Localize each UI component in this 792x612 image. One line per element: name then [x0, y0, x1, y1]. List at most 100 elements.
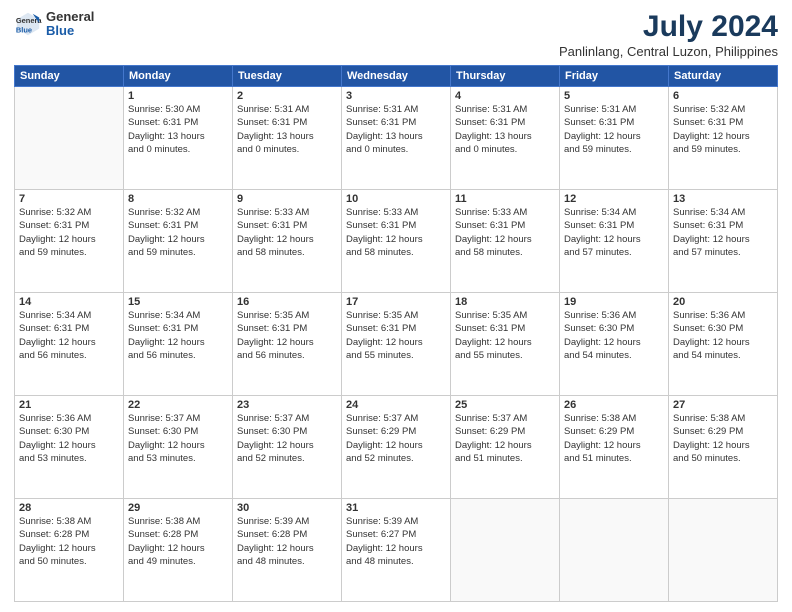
calendar-cell: 2Sunrise: 5:31 AM Sunset: 6:31 PM Daylig…: [233, 87, 342, 190]
calendar-week-row: 7Sunrise: 5:32 AM Sunset: 6:31 PM Daylig…: [15, 190, 778, 293]
day-number: 29: [128, 502, 228, 514]
calendar-cell: 23Sunrise: 5:37 AM Sunset: 6:30 PM Dayli…: [233, 396, 342, 499]
day-info: Sunrise: 5:38 AM Sunset: 6:29 PM Dayligh…: [564, 412, 664, 465]
calendar-cell: 1Sunrise: 5:30 AM Sunset: 6:31 PM Daylig…: [124, 87, 233, 190]
day-number: 11: [455, 193, 555, 205]
calendar-cell: 16Sunrise: 5:35 AM Sunset: 6:31 PM Dayli…: [233, 293, 342, 396]
day-number: 28: [19, 502, 119, 514]
day-info: Sunrise: 5:37 AM Sunset: 6:29 PM Dayligh…: [455, 412, 555, 465]
calendar-cell: 26Sunrise: 5:38 AM Sunset: 6:29 PM Dayli…: [560, 396, 669, 499]
day-info: Sunrise: 5:32 AM Sunset: 6:31 PM Dayligh…: [128, 206, 228, 259]
day-info: Sunrise: 5:34 AM Sunset: 6:31 PM Dayligh…: [128, 309, 228, 362]
day-number: 19: [564, 296, 664, 308]
day-info: Sunrise: 5:32 AM Sunset: 6:31 PM Dayligh…: [673, 103, 773, 156]
day-info: Sunrise: 5:35 AM Sunset: 6:31 PM Dayligh…: [237, 309, 337, 362]
day-number: 2: [237, 90, 337, 102]
day-number: 8: [128, 193, 228, 205]
day-info: Sunrise: 5:37 AM Sunset: 6:29 PM Dayligh…: [346, 412, 446, 465]
day-number: 25: [455, 399, 555, 411]
day-number: 14: [19, 296, 119, 308]
day-info: Sunrise: 5:31 AM Sunset: 6:31 PM Dayligh…: [455, 103, 555, 156]
day-number: 15: [128, 296, 228, 308]
day-info: Sunrise: 5:34 AM Sunset: 6:31 PM Dayligh…: [564, 206, 664, 259]
calendar-cell: 29Sunrise: 5:38 AM Sunset: 6:28 PM Dayli…: [124, 499, 233, 602]
day-info: Sunrise: 5:36 AM Sunset: 6:30 PM Dayligh…: [673, 309, 773, 362]
day-number: 23: [237, 399, 337, 411]
calendar-cell: 20Sunrise: 5:36 AM Sunset: 6:30 PM Dayli…: [669, 293, 778, 396]
day-number: 18: [455, 296, 555, 308]
calendar-week-row: 1Sunrise: 5:30 AM Sunset: 6:31 PM Daylig…: [15, 87, 778, 190]
day-number: 3: [346, 90, 446, 102]
calendar-cell: [451, 499, 560, 602]
calendar-cell: 24Sunrise: 5:37 AM Sunset: 6:29 PM Dayli…: [342, 396, 451, 499]
calendar-cell: 18Sunrise: 5:35 AM Sunset: 6:31 PM Dayli…: [451, 293, 560, 396]
day-number: 10: [346, 193, 446, 205]
main-title: July 2024: [559, 10, 778, 44]
calendar-week-row: 28Sunrise: 5:38 AM Sunset: 6:28 PM Dayli…: [15, 499, 778, 602]
subtitle: Panlinlang, Central Luzon, Philippines: [559, 44, 778, 59]
calendar-cell: 12Sunrise: 5:34 AM Sunset: 6:31 PM Dayli…: [560, 190, 669, 293]
day-number: 6: [673, 90, 773, 102]
calendar-cell: 13Sunrise: 5:34 AM Sunset: 6:31 PM Dayli…: [669, 190, 778, 293]
calendar-cell: 22Sunrise: 5:37 AM Sunset: 6:30 PM Dayli…: [124, 396, 233, 499]
calendar-cell: 14Sunrise: 5:34 AM Sunset: 6:31 PM Dayli…: [15, 293, 124, 396]
logo-text: General Blue: [46, 10, 94, 39]
day-info: Sunrise: 5:33 AM Sunset: 6:31 PM Dayligh…: [237, 206, 337, 259]
calendar-cell: 7Sunrise: 5:32 AM Sunset: 6:31 PM Daylig…: [15, 190, 124, 293]
day-info: Sunrise: 5:31 AM Sunset: 6:31 PM Dayligh…: [346, 103, 446, 156]
day-info: Sunrise: 5:37 AM Sunset: 6:30 PM Dayligh…: [128, 412, 228, 465]
day-info: Sunrise: 5:38 AM Sunset: 6:28 PM Dayligh…: [19, 515, 119, 568]
day-number: 5: [564, 90, 664, 102]
logo-blue-text: Blue: [46, 24, 94, 38]
day-header: Thursday: [451, 66, 560, 87]
svg-text:Blue: Blue: [16, 26, 32, 35]
day-number: 7: [19, 193, 119, 205]
day-info: Sunrise: 5:34 AM Sunset: 6:31 PM Dayligh…: [19, 309, 119, 362]
day-info: Sunrise: 5:39 AM Sunset: 6:28 PM Dayligh…: [237, 515, 337, 568]
day-number: 1: [128, 90, 228, 102]
calendar-cell: [15, 87, 124, 190]
day-info: Sunrise: 5:31 AM Sunset: 6:31 PM Dayligh…: [237, 103, 337, 156]
day-number: 27: [673, 399, 773, 411]
day-info: Sunrise: 5:35 AM Sunset: 6:31 PM Dayligh…: [346, 309, 446, 362]
calendar-cell: 17Sunrise: 5:35 AM Sunset: 6:31 PM Dayli…: [342, 293, 451, 396]
header: General Blue General Blue July 2024 Panl…: [14, 10, 778, 59]
day-number: 4: [455, 90, 555, 102]
calendar-cell: 21Sunrise: 5:36 AM Sunset: 6:30 PM Dayli…: [15, 396, 124, 499]
day-number: 21: [19, 399, 119, 411]
day-number: 16: [237, 296, 337, 308]
calendar-cell: 10Sunrise: 5:33 AM Sunset: 6:31 PM Dayli…: [342, 190, 451, 293]
calendar-header-row: SundayMondayTuesdayWednesdayThursdayFrid…: [15, 66, 778, 87]
day-header: Saturday: [669, 66, 778, 87]
day-info: Sunrise: 5:39 AM Sunset: 6:27 PM Dayligh…: [346, 515, 446, 568]
day-info: Sunrise: 5:32 AM Sunset: 6:31 PM Dayligh…: [19, 206, 119, 259]
day-number: 22: [128, 399, 228, 411]
day-info: Sunrise: 5:37 AM Sunset: 6:30 PM Dayligh…: [237, 412, 337, 465]
calendar-cell: [669, 499, 778, 602]
calendar-cell: 25Sunrise: 5:37 AM Sunset: 6:29 PM Dayli…: [451, 396, 560, 499]
day-header: Sunday: [15, 66, 124, 87]
calendar-cell: 8Sunrise: 5:32 AM Sunset: 6:31 PM Daylig…: [124, 190, 233, 293]
day-number: 20: [673, 296, 773, 308]
day-number: 13: [673, 193, 773, 205]
calendar-table: SundayMondayTuesdayWednesdayThursdayFrid…: [14, 65, 778, 602]
calendar-cell: 6Sunrise: 5:32 AM Sunset: 6:31 PM Daylig…: [669, 87, 778, 190]
calendar-cell: 27Sunrise: 5:38 AM Sunset: 6:29 PM Dayli…: [669, 396, 778, 499]
title-section: July 2024 Panlinlang, Central Luzon, Phi…: [559, 10, 778, 59]
calendar-week-row: 14Sunrise: 5:34 AM Sunset: 6:31 PM Dayli…: [15, 293, 778, 396]
day-number: 30: [237, 502, 337, 514]
day-info: Sunrise: 5:31 AM Sunset: 6:31 PM Dayligh…: [564, 103, 664, 156]
calendar-cell: 4Sunrise: 5:31 AM Sunset: 6:31 PM Daylig…: [451, 87, 560, 190]
day-info: Sunrise: 5:33 AM Sunset: 6:31 PM Dayligh…: [455, 206, 555, 259]
day-info: Sunrise: 5:38 AM Sunset: 6:29 PM Dayligh…: [673, 412, 773, 465]
day-info: Sunrise: 5:30 AM Sunset: 6:31 PM Dayligh…: [128, 103, 228, 156]
day-number: 26: [564, 399, 664, 411]
calendar-cell: 9Sunrise: 5:33 AM Sunset: 6:31 PM Daylig…: [233, 190, 342, 293]
day-header: Tuesday: [233, 66, 342, 87]
day-number: 24: [346, 399, 446, 411]
calendar-cell: 15Sunrise: 5:34 AM Sunset: 6:31 PM Dayli…: [124, 293, 233, 396]
logo: General Blue General Blue: [14, 10, 94, 39]
day-info: Sunrise: 5:36 AM Sunset: 6:30 PM Dayligh…: [19, 412, 119, 465]
logo-icon: General Blue: [14, 10, 42, 38]
day-header: Monday: [124, 66, 233, 87]
